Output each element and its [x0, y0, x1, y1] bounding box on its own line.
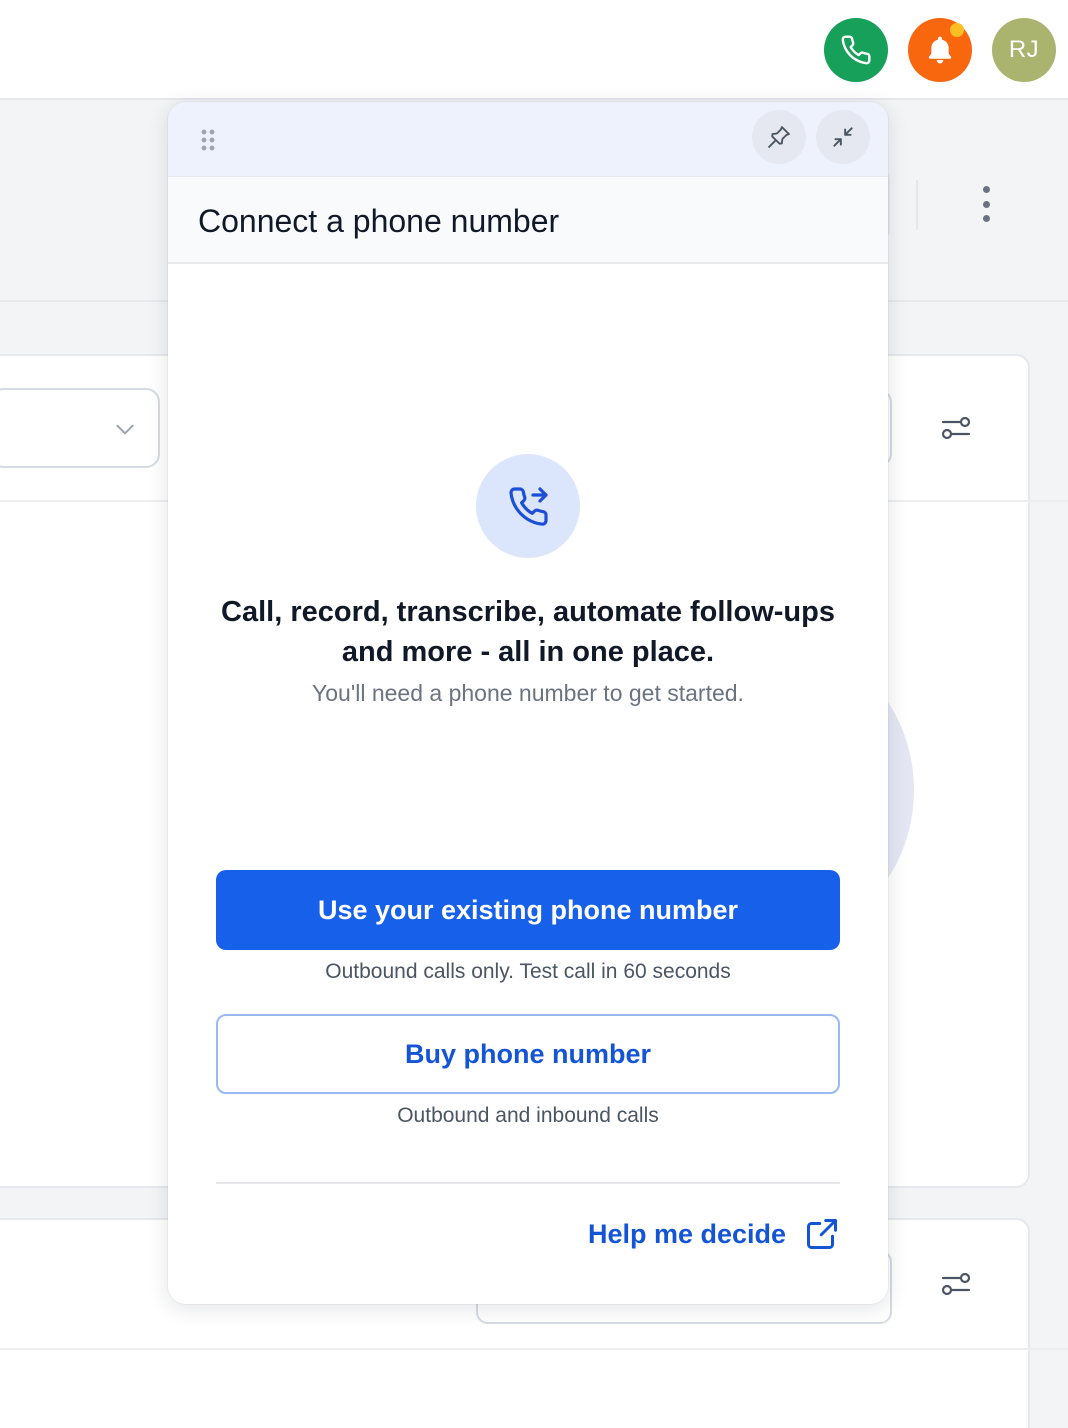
help-me-decide-link[interactable]: Help me decide — [588, 1214, 840, 1254]
toolbar-divider — [916, 180, 918, 230]
pin-icon — [768, 126, 790, 148]
connect-phone-modal: Connect a phone number Call, record, tra… — [168, 102, 888, 1304]
modal-toolbar — [168, 102, 888, 176]
chevron-down-icon — [116, 424, 134, 435]
headline-line-1: Call, record, transcribe, automate follo… — [221, 596, 835, 628]
avatar-initials: RJ — [1008, 36, 1040, 63]
help-link-label: Help me decide — [588, 1218, 787, 1249]
buy-number-note: Outbound and inbound calls — [397, 1104, 659, 1127]
filter-settings-icon-2[interactable] — [940, 1270, 972, 1298]
call-button[interactable] — [824, 18, 888, 82]
pin-button[interactable] — [752, 110, 806, 164]
filter-settings-icon[interactable] — [940, 414, 972, 442]
avatar[interactable]: RJ — [992, 18, 1056, 82]
modal-header: Connect a phone number — [168, 176, 888, 264]
modal-divider — [216, 1182, 840, 1184]
headline: Call, record, transcribe, automate follo… — [198, 592, 858, 672]
drag-handle-icon[interactable] — [200, 128, 216, 152]
notification-dot — [950, 23, 964, 37]
top-header: RJ — [0, 0, 1068, 100]
subtitle: You'll need a phone number to get starte… — [312, 680, 744, 706]
page-title: Connect a phone number — [198, 203, 560, 239]
use-existing-number-button[interactable]: Use your existing phone number — [216, 870, 840, 950]
card-divider-2 — [0, 1348, 1068, 1350]
external-link-icon — [807, 1219, 838, 1249]
bell-icon — [928, 36, 952, 64]
buy-phone-number-button[interactable]: Buy phone number — [216, 1014, 840, 1094]
headline-line-2: and more - all in one place. — [341, 636, 715, 668]
minimize-icon — [833, 127, 853, 147]
more-options-icon[interactable] — [972, 186, 1000, 222]
notifications-button[interactable] — [908, 18, 972, 82]
phone-forward-icon — [509, 487, 548, 526]
hero-illustration — [476, 454, 580, 558]
minimize-button[interactable] — [816, 110, 870, 164]
existing-number-note: Outbound calls only. Test call in 60 sec… — [325, 960, 731, 983]
phone-icon — [841, 35, 871, 65]
